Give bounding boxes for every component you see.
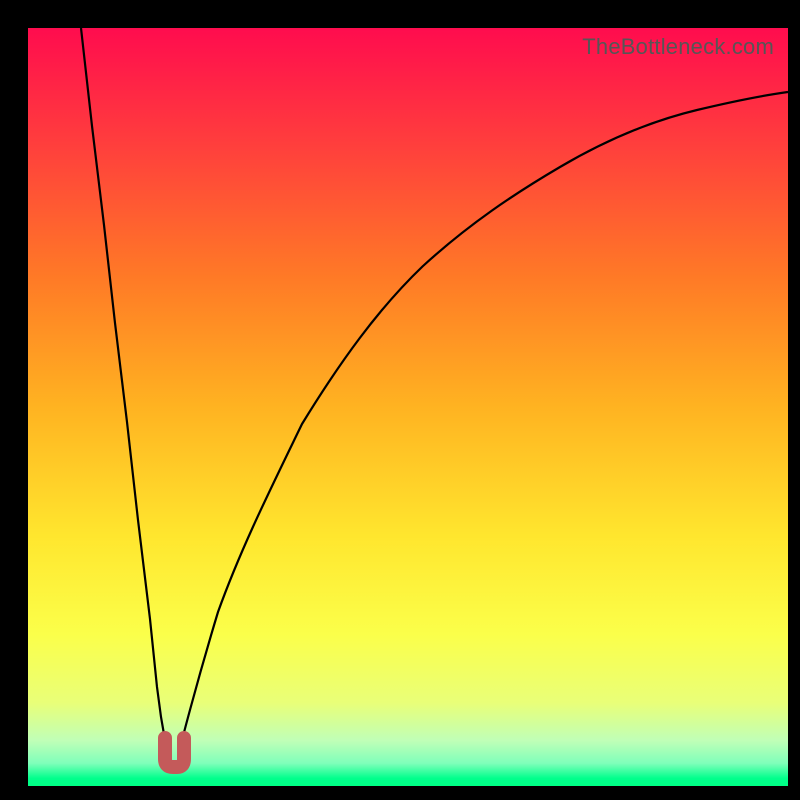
curve-left-branch bbox=[81, 28, 169, 748]
plot-area: TheBottleneck.com bbox=[28, 28, 788, 786]
chart-svg bbox=[28, 28, 788, 786]
curve-right-branch bbox=[180, 92, 788, 748]
trough-marker bbox=[165, 738, 184, 767]
chart-frame: TheBottleneck.com bbox=[0, 0, 800, 800]
